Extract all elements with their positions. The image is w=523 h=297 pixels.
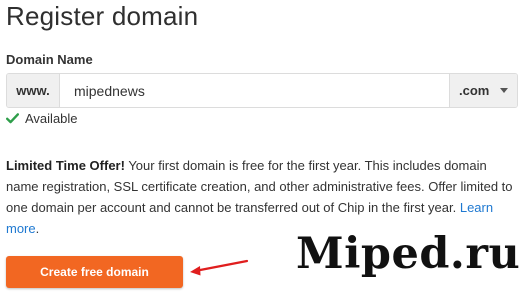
arrow-icon: [190, 259, 249, 276]
domain-input-group: www. .com: [6, 73, 518, 108]
tld-selected-value: .com: [459, 83, 490, 98]
domain-name-label: Domain Name: [6, 52, 93, 67]
domain-prefix: www.: [7, 74, 60, 107]
tld-select[interactable]: .com: [449, 74, 517, 107]
create-free-domain-button[interactable]: Create free domain: [6, 256, 183, 288]
check-icon: [6, 113, 19, 124]
availability-text: Available: [25, 111, 78, 126]
availability-status: Available: [6, 111, 78, 126]
offer-notice: Limited Time Offer! Your first domain is…: [6, 155, 520, 239]
chevron-down-icon: [500, 88, 508, 93]
domain-name-input[interactable]: [60, 74, 449, 107]
offer-heading: Limited Time Offer!: [6, 158, 125, 173]
offer-suffix: .: [35, 221, 40, 236]
page-title: Register domain: [6, 1, 199, 31]
watermark-logo: Miped.ru: [296, 229, 521, 279]
